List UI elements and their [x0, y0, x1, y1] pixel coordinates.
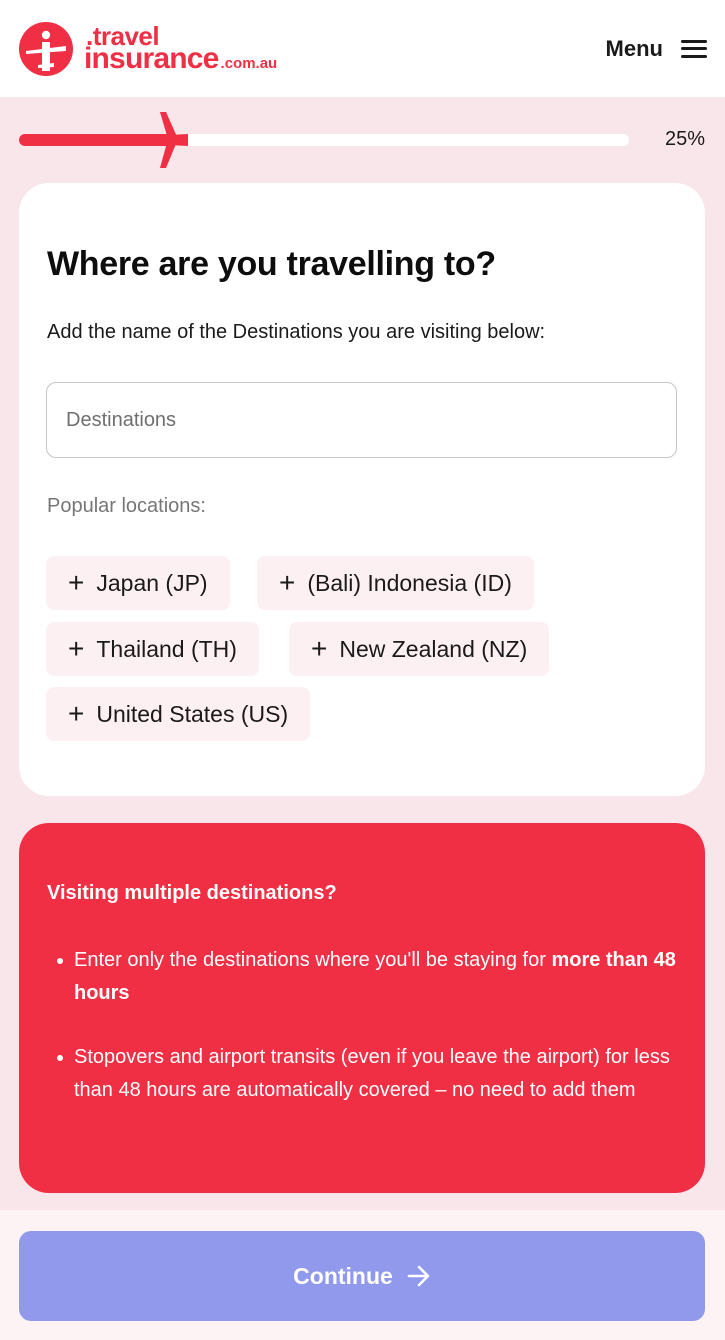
hamburger-icon — [681, 39, 707, 58]
chip-label: New Zealand (NZ) — [339, 635, 528, 662]
site-header: .travel insurance .com.au Menu — [0, 0, 725, 97]
plus-icon: + — [279, 567, 296, 598]
chip-label: Thailand (TH) — [96, 635, 237, 662]
info-list: Enter only the destinations where you'll… — [47, 944, 677, 1138]
info-title: Visiting multiple destinations? — [47, 882, 337, 904]
logo-domain-suffix: .com.au — [220, 54, 278, 72]
card-subtitle: Add the name of the Destinations you are… — [47, 321, 546, 343]
chip-united-states[interactable]: + United States (US) — [46, 687, 311, 741]
arrow-right-icon — [407, 1265, 430, 1287]
chip-indonesia[interactable]: + (Bali) Indonesia (ID) — [257, 556, 534, 610]
chip-label: (Bali) Indonesia (ID) — [307, 569, 512, 596]
info-item-2-text: Stopovers and airport transits (even if … — [74, 1046, 670, 1101]
chip-thailand[interactable]: + Thailand (TH) — [46, 622, 259, 676]
destinations-input[interactable] — [46, 382, 677, 458]
multiple-destinations-info: Visiting multiple destinations? Enter on… — [19, 823, 705, 1193]
progress-percent: 25% — [664, 128, 705, 150]
plus-icon: + — [311, 633, 328, 664]
plane-logo-icon — [19, 21, 73, 76]
destination-card: Where are you travelling to? Add the nam… — [19, 183, 705, 796]
menu-button[interactable]: Menu — [606, 36, 707, 62]
plus-icon: + — [68, 633, 85, 664]
plus-icon: + — [68, 567, 85, 598]
chip-new-zealand[interactable]: + New Zealand (NZ) — [289, 622, 550, 676]
chip-label: Japan (JP) — [96, 569, 208, 596]
continue-label: Continue — [293, 1262, 393, 1289]
menu-label: Menu — [605, 35, 663, 61]
site-logo[interactable]: .travel insurance .com.au — [18, 21, 277, 77]
progress-bar: 25% — [19, 110, 709, 170]
logo-wordmark: .travel insurance .com.au — [84, 22, 278, 75]
logo-insurance-text: insurance — [84, 41, 219, 75]
progress-track — [19, 112, 629, 168]
logo-line-insurance: insurance .com.au — [84, 41, 278, 75]
list-item: Stopovers and airport transits (even if … — [47, 1041, 677, 1107]
list-item: Enter only the destinations where you'll… — [47, 944, 677, 1010]
footer-bar: Continue — [0, 1210, 725, 1340]
info-item-1-text: Enter only the destinations where you'll… — [74, 949, 546, 971]
popular-locations-label: Popular locations: — [47, 495, 206, 517]
page-title: Where are you travelling to? — [47, 245, 496, 283]
continue-button[interactable]: Continue — [19, 1231, 705, 1321]
chip-japan[interactable]: + Japan (JP) — [46, 556, 230, 610]
plus-icon: + — [68, 698, 85, 729]
plane-icon — [142, 112, 188, 168]
chip-label: United States (US) — [96, 700, 289, 727]
